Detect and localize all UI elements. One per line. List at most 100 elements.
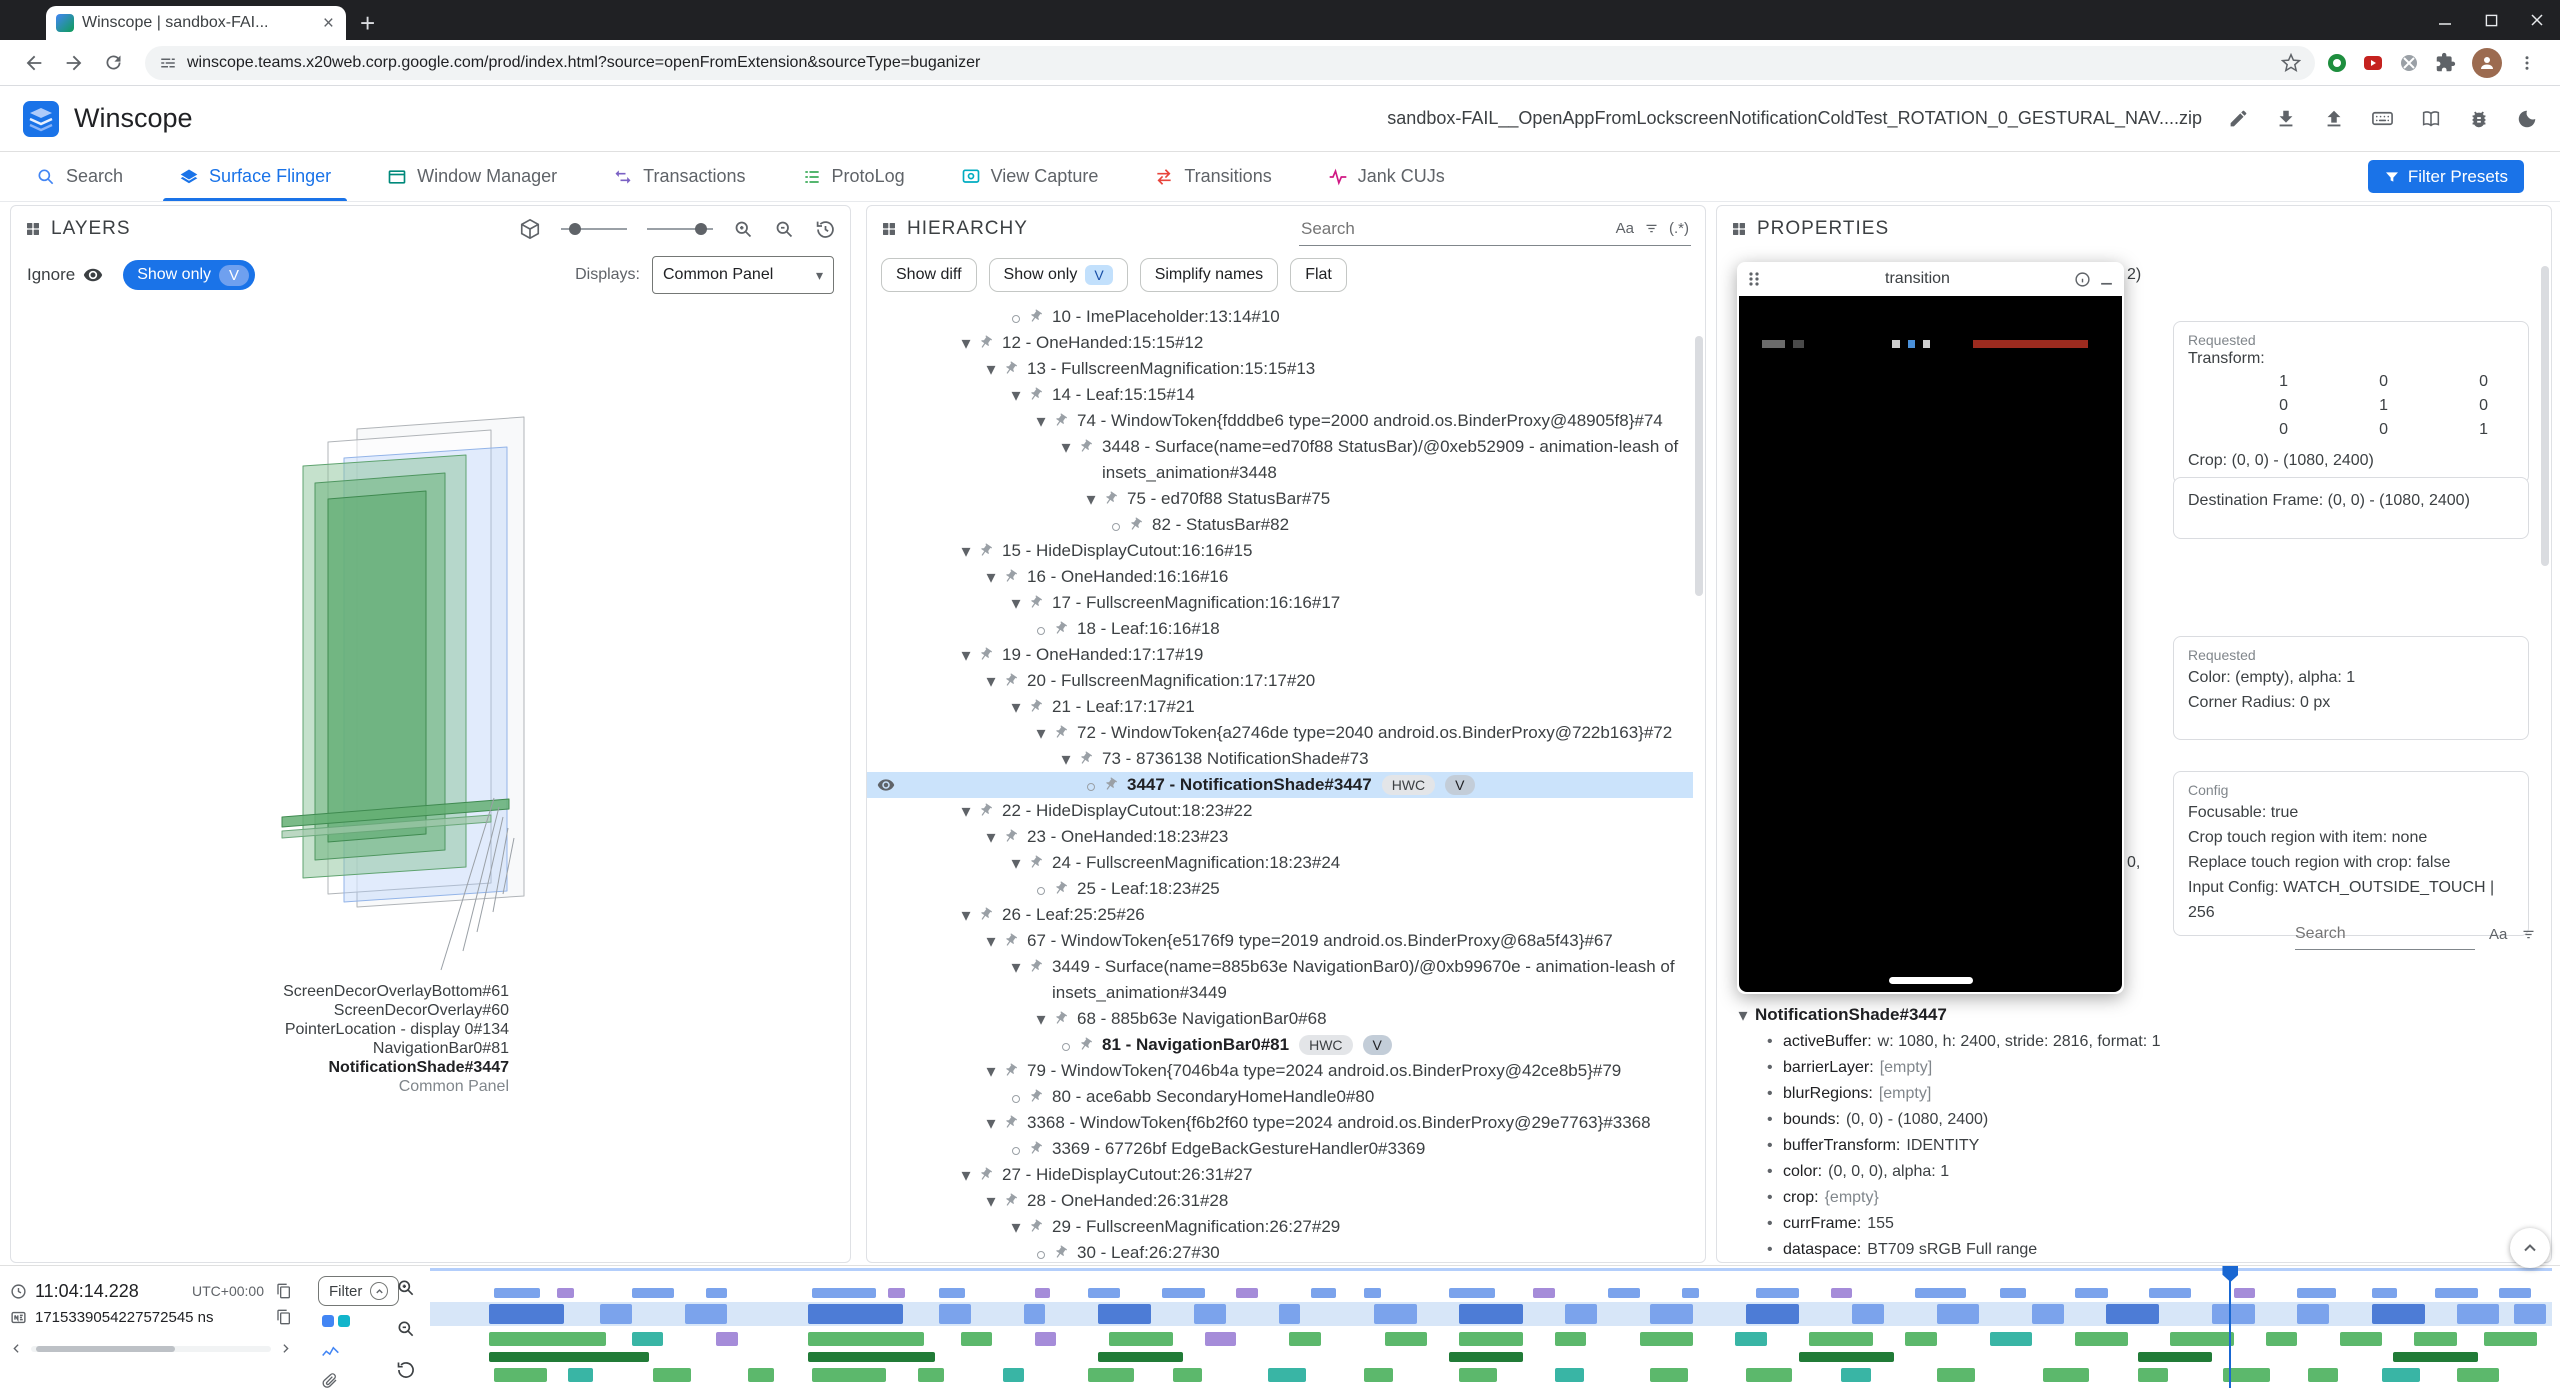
timeline-filter-button[interactable]: Filter [318,1276,399,1306]
tree-node[interactable]: 30 - Leaf:26:27#30 [867,1240,1693,1260]
tree-node[interactable]: ▾16 - OneHanded:16:16#16 [867,564,1693,590]
pin-icon[interactable] [1028,694,1050,714]
filter-stack-icon[interactable] [2521,927,2536,942]
timeline-segment[interactable] [1831,1288,1852,1298]
tree-node[interactable]: ▾23 - OneHanded:18:23#23 [867,824,1693,850]
window-drag-handle-icon[interactable] [1747,271,1761,287]
timeline-segment[interactable] [888,1288,905,1298]
timeline-segment[interactable] [2297,1304,2329,1324]
timeline-segment[interactable] [1088,1368,1135,1382]
timeline-segment[interactable] [489,1352,648,1362]
transition-preview-window[interactable]: transition [1737,262,2124,994]
expand-arrow-icon[interactable]: ▾ [1731,1001,1755,1029]
timeline-segment[interactable] [1003,1368,1024,1382]
properties-scrollbar[interactable] [2541,266,2549,566]
timeline-segment[interactable] [2138,1352,2212,1362]
timeline-segment[interactable] [2149,1288,2191,1298]
timeline-segment[interactable] [494,1288,541,1298]
timeline-segment[interactable] [1937,1368,1975,1382]
timeline-zoom-in-icon[interactable] [396,1278,416,1298]
layer-label[interactable]: PointerLocation - display 0#134 [11,1020,509,1039]
tree-node[interactable]: ▾27 - HideDisplayCutout:26:31#27 [867,1162,1693,1188]
timeline-segment[interactable] [2138,1368,2168,1382]
timeline-segment[interactable] [706,1288,727,1298]
proto-root-row[interactable]: ▾ NotificationShade#3447 [1731,1001,2537,1029]
timeline-segment[interactable] [2075,1288,2109,1298]
tree-node[interactable]: 81 - NavigationBar0#81HWCV [867,1032,1693,1058]
timeline-segment[interactable] [2372,1288,2397,1298]
timeline-segment[interactable] [748,1368,773,1382]
window-maximize-icon[interactable] [2468,0,2514,40]
properties-search[interactable]: Aa (.*) [2295,918,2552,950]
timeline-segment[interactable] [568,1368,593,1382]
proto-property-row[interactable]: •activeBuffer:w: 1080, h: 2400, stride: … [1731,1029,2537,1055]
tree-node[interactable]: ▾79 - WindowToken{7046b4a type=2024 andr… [867,1058,1693,1084]
timeline-segment[interactable] [1608,1288,1640,1298]
timeline-segment[interactable] [939,1288,964,1298]
timeline-segment[interactable] [2308,1368,2338,1382]
timeline-segment[interactable] [1289,1332,1321,1346]
timeline-segment[interactable] [1852,1304,1884,1324]
timeline-segment[interactable] [2435,1288,2477,1298]
timeline-segment[interactable] [1459,1304,1523,1324]
pin-icon[interactable] [1003,1110,1025,1130]
tree-node[interactable]: 80 - ace6abb SecondaryHomeHandle0#80 [867,1084,1693,1110]
tree-node[interactable]: ▾67 - WindowToken{e5176f9 type=2019 andr… [867,928,1693,954]
download-icon[interactable] [2275,108,2297,130]
pin-icon[interactable] [1053,408,1075,428]
timeline-segment[interactable] [1279,1304,1300,1324]
timeline-segment[interactable] [2514,1304,2546,1324]
timeline-segment[interactable] [685,1304,727,1324]
tree-node[interactable]: ▾3448 - Surface(name=ed70f88 StatusBar)/… [867,434,1693,486]
timeline-segment[interactable] [1555,1368,1585,1382]
hierarchy-search-input[interactable] [1301,219,1606,239]
extension-icon-green[interactable] [2327,53,2347,73]
tree-node[interactable]: ▾22 - HideDisplayCutout:18:23#22 [867,798,1693,824]
show-only-v-toggle[interactable]: Show only V [123,260,255,290]
bookmark-star-icon[interactable] [2281,53,2301,73]
timeline-segment[interactable] [489,1304,563,1324]
pin-icon[interactable] [1028,1084,1050,1104]
tree-node[interactable]: 82 - StatusBar#82 [867,512,1693,538]
proto-property-row[interactable]: •blurRegions:[empty] [1731,1081,2537,1107]
timeline-segment[interactable] [1746,1304,1799,1324]
pin-icon[interactable] [1028,1214,1050,1234]
timeline-segment[interactable] [1746,1368,1793,1382]
show-diff-button[interactable]: Show diff [881,258,977,292]
timeline-segment[interactable] [1915,1288,1966,1298]
pin-icon[interactable] [1078,746,1100,766]
proto-property-row[interactable]: •crop:{empty} [1731,1185,2537,1211]
timeline-segment[interactable] [1449,1288,1496,1298]
timeline-segment[interactable] [1650,1304,1692,1324]
layer-label[interactable]: ScreenDecorOverlayBottom#61 [11,982,509,1001]
timeline-segment[interactable] [2170,1332,2234,1346]
match-case-icon[interactable]: Aa [1616,220,1634,237]
simplify-names-button[interactable]: Simplify names [1140,258,1278,292]
timeline-segment[interactable] [600,1304,632,1324]
upload-icon[interactable] [2323,108,2345,130]
timeline-segment[interactable] [2457,1304,2499,1324]
timeline-hscrollbar[interactable] [31,1346,271,1352]
layer-label[interactable]: Common Panel [11,1077,509,1096]
timeline-segment[interactable] [812,1368,886,1382]
scroll-left-icon[interactable] [10,1342,23,1355]
pin-icon[interactable] [1003,928,1025,948]
timeline-segment[interactable] [2075,1332,2128,1346]
layer-label[interactable]: ScreenDecorOverlay#60 [11,1001,509,1020]
timeline-segment[interactable] [1650,1368,1688,1382]
timeline-segment[interactable] [2212,1304,2254,1324]
match-case-icon[interactable]: Aa [2489,926,2507,943]
tab-surface-flinger[interactable]: Surface Flinger [179,152,331,201]
timeline-segment[interactable] [1799,1352,1894,1362]
tree-node[interactable]: ▾68 - 885b63e NavigationBar0#68 [867,1006,1693,1032]
extensions-puzzle-icon[interactable] [2435,52,2456,73]
timeline-segment[interactable] [632,1332,664,1346]
timeline-segment[interactable] [961,1332,993,1346]
spacing-slider[interactable] [647,228,713,230]
timeline-segment[interactable] [1756,1288,1798,1298]
layer-label[interactable]: NavigationBar0#81 [11,1039,509,1058]
visibility-eye-icon[interactable] [877,776,895,794]
timeline-segment[interactable] [2000,1288,2025,1298]
timeline-reset-zoom-icon[interactable] [396,1360,416,1380]
properties-search-input[interactable] [2295,925,2475,943]
